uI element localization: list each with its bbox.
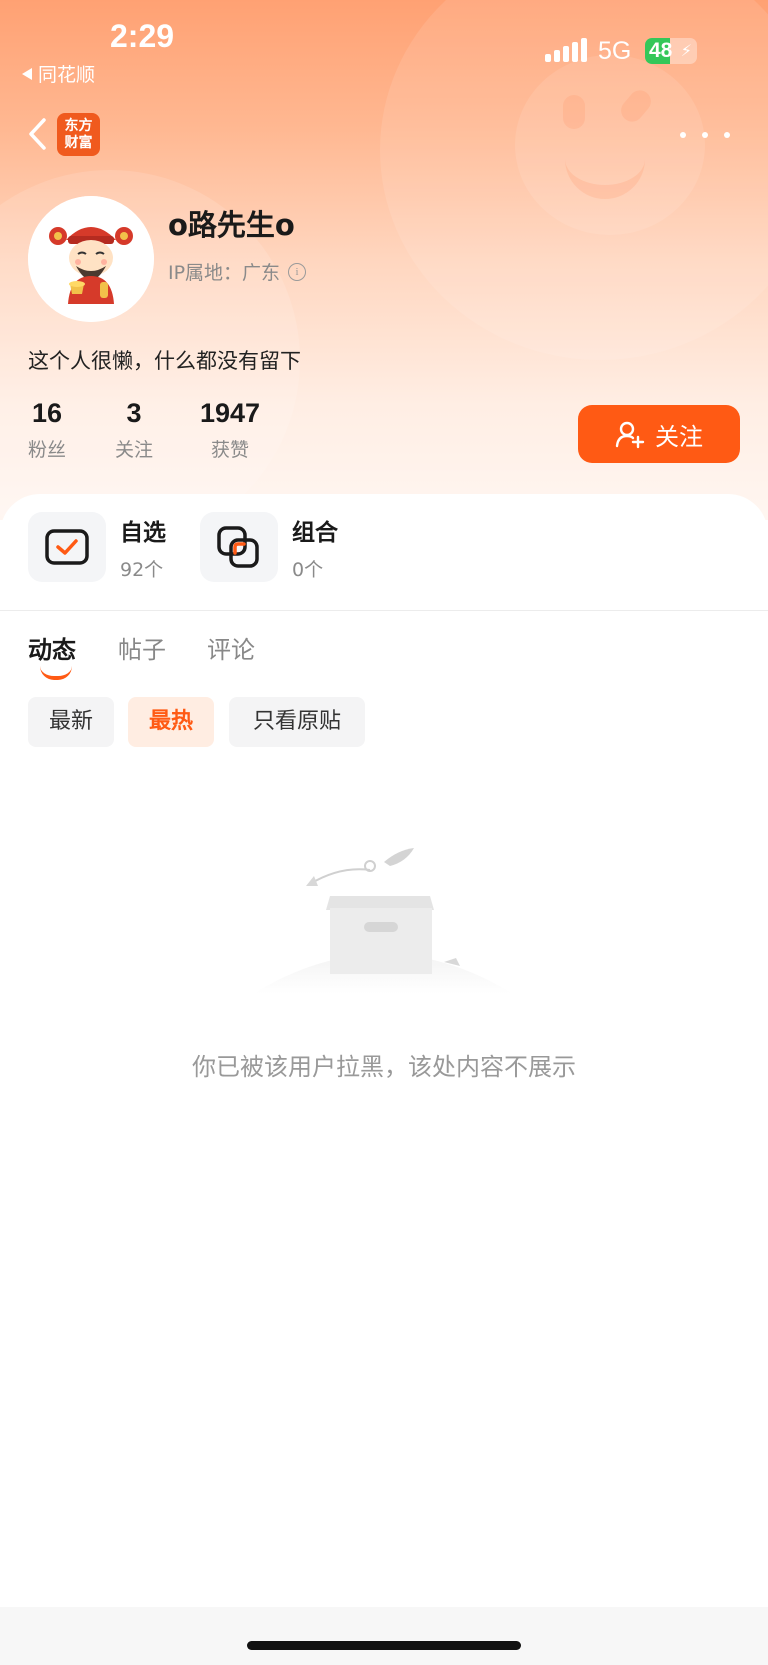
charging-bolt-icon: ⚡ — [680, 41, 692, 60]
stat-followers[interactable]: 16 粉丝 — [28, 398, 66, 462]
follow-button-label: 关注 — [655, 422, 703, 451]
stat-label: 关注 — [115, 439, 154, 461]
empty-state-message: 你已被该用户拉黑，该处内容不展示 — [192, 1053, 576, 1081]
overlapping-squares-icon — [217, 526, 259, 568]
home-indicator[interactable] — [247, 1641, 521, 1650]
stat-value: 1947 — [200, 398, 261, 428]
battery-indicator: 48 ⚡ — [645, 38, 697, 64]
profile-content-card: 自选 92个 组合 0个 动态 帖子 评论 最新 最热 只看原贴 你已被该用户拉… — [0, 494, 768, 1665]
stat-value: 16 — [31, 398, 63, 428]
more-options-button[interactable] — [680, 120, 730, 150]
network-type: 5G — [598, 37, 632, 65]
combo-title: 组合 — [292, 519, 338, 546]
more-dot-icon — [680, 132, 686, 138]
fortune-god-avatar-icon — [28, 196, 154, 322]
chevron-left-icon — [29, 118, 46, 150]
filter-original-only[interactable]: 只看原贴 — [229, 697, 365, 747]
back-triangle-icon — [22, 67, 32, 80]
stat-label: 获赞 — [211, 439, 250, 461]
more-dot-icon — [702, 132, 708, 138]
watchlist-title: 自选 — [120, 519, 166, 546]
combo-entry[interactable]: 组合 0个 — [200, 512, 338, 582]
profile-page: 2:29 同花顺 5G 48 ⚡ 东方 财富 o路先生o IP属地：广东 i 这… — [0, 0, 768, 1665]
status-time: 2:29 — [110, 18, 175, 54]
ip-location-text: IP属地：广东 — [168, 262, 281, 284]
stat-following[interactable]: 3 关注 — [115, 398, 153, 462]
username: o路先生o — [168, 208, 295, 242]
tab-posts[interactable]: 帖子 — [118, 630, 166, 665]
follow-button[interactable]: 关注 — [578, 405, 740, 463]
add-user-icon — [615, 421, 645, 449]
filter-latest[interactable]: 最新 — [28, 697, 114, 747]
stat-label: 粉丝 — [28, 439, 67, 461]
stat-value: 3 — [126, 398, 142, 428]
tab-activity[interactable]: 动态 — [28, 630, 76, 665]
filter-hottest[interactable]: 最热 — [128, 697, 214, 747]
more-dot-icon — [724, 132, 730, 138]
combo-icon-box — [200, 512, 278, 582]
section-divider — [0, 610, 768, 611]
tab-comments[interactable]: 评论 — [207, 630, 255, 665]
empty-box-icon — [253, 848, 513, 994]
watchlist-icon-box — [28, 512, 106, 582]
back-to-app-link[interactable]: 同花顺 — [22, 60, 95, 87]
empty-box-illustration — [248, 844, 518, 1004]
signal-strength-icon — [545, 38, 587, 62]
back-button[interactable] — [22, 114, 56, 154]
combo-count: 0个 — [292, 558, 324, 581]
watchlist-entry[interactable]: 自选 92个 — [28, 512, 166, 582]
watchlist-count: 92个 — [120, 558, 164, 581]
info-icon[interactable]: i — [288, 262, 307, 281]
user-bio: 这个人很懒，什么都没有留下 — [28, 349, 301, 373]
ip-location: IP属地：广东 i — [168, 258, 307, 285]
checkbox-icon — [45, 529, 89, 565]
active-tab-indicator — [40, 666, 72, 680]
decorative-smile-bubble — [515, 55, 705, 235]
back-app-label: 同花顺 — [38, 64, 96, 86]
stat-likes: 1947 获赞 — [200, 398, 260, 462]
app-brand-logo: 东方 财富 — [57, 113, 100, 156]
home-indicator-area — [0, 1607, 768, 1665]
battery-percent: 48 — [649, 39, 673, 62]
avatar[interactable] — [28, 196, 154, 322]
